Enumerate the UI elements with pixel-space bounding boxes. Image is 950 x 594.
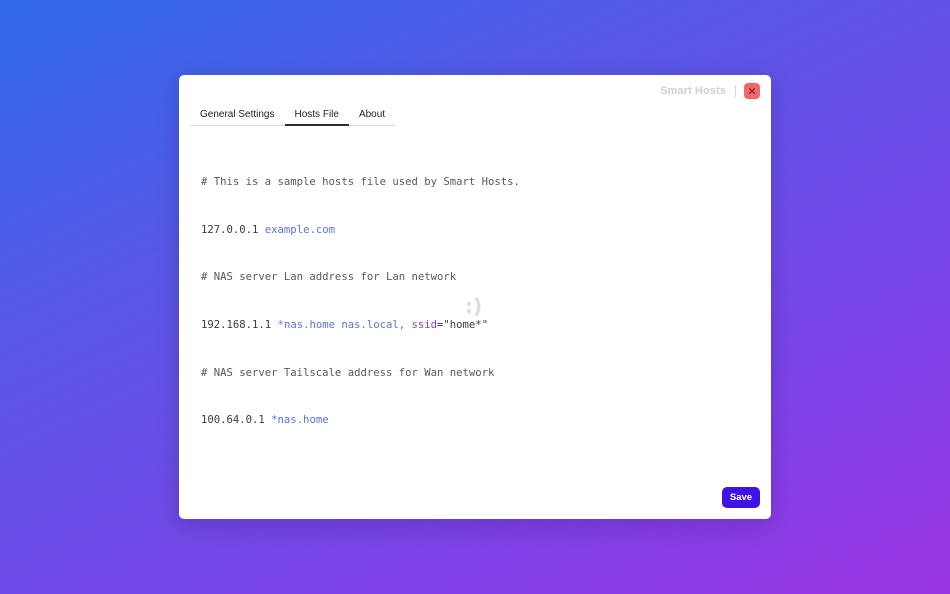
- host-token: *nas.home nas.local,: [277, 318, 406, 331]
- editor-line: # This is a sample hosts file used by Sm…: [201, 175, 520, 191]
- tab-general-settings[interactable]: General Settings: [190, 106, 285, 125]
- ip-token: 192.168.1.1: [201, 318, 272, 331]
- host-token: *nas.home: [271, 414, 329, 427]
- editor-line: # NAS server Lan address for Lan network: [201, 270, 520, 286]
- save-button[interactable]: Save: [722, 487, 760, 508]
- title-separator: [735, 85, 736, 97]
- ip-token: 100.64.0.1: [201, 414, 265, 427]
- host-token: example.com: [264, 223, 335, 236]
- tab-about[interactable]: About: [349, 106, 395, 125]
- editor-line: 100.64.0.1 *nas.home: [201, 413, 520, 429]
- app-title: Smart Hosts: [660, 85, 726, 97]
- tab-hosts-file[interactable]: Hosts File: [284, 106, 350, 126]
- comment-token: # NAS server Lan address for Lan network: [201, 271, 457, 284]
- close-icon: [748, 87, 756, 95]
- value-token: "home*": [443, 318, 489, 331]
- settings-window: Smart Hosts General Settings Hosts File …: [179, 75, 771, 519]
- editor-line: # NAS server Tailscale address for Wan n…: [201, 366, 520, 382]
- editor-line: 127.0.0.1 example.com: [201, 223, 520, 239]
- editor-line: 192.168.1.1 *nas.home nas.local, ssid="h…: [201, 318, 520, 334]
- key-token: ssid: [411, 318, 438, 331]
- close-button[interactable]: [744, 83, 760, 99]
- comment-token: # NAS server Tailscale address for Wan n…: [201, 366, 495, 379]
- tab-bar: General Settings Hosts File About: [190, 106, 396, 126]
- ip-token: 127.0.0.1: [201, 223, 259, 236]
- empty-indicator: :): [465, 294, 483, 318]
- comment-token: # This is a sample hosts file used by Sm…: [201, 175, 520, 188]
- title-bar: Smart Hosts: [660, 83, 760, 99]
